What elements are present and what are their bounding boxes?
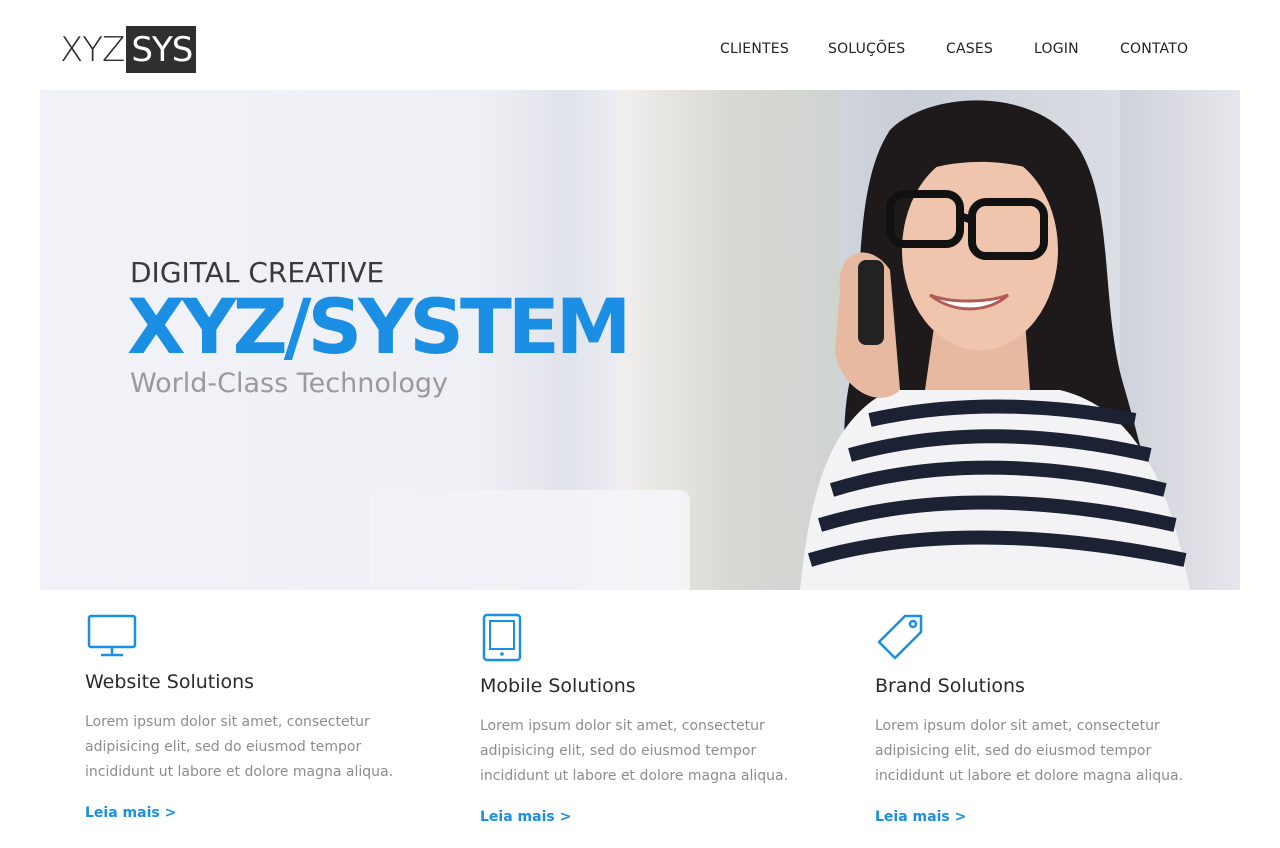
feature-website: Website Solutions Lorem ipsum dolor sit … bbox=[85, 610, 415, 821]
hero-headline: XYZ/SYSTEM bbox=[127, 282, 631, 371]
feature-description: Lorem ipsum dolor sit amet, consectetur … bbox=[875, 718, 1184, 784]
nav-item-clientes[interactable]: CLIENTES bbox=[720, 41, 789, 57]
hero-text-block: DIGITAL CREATIVE XYZ/SYSTEM World-Class … bbox=[127, 256, 631, 402]
feature-mobile: Mobile Solutions Lorem ipsum dolor sit a… bbox=[480, 610, 810, 825]
feature-title: Brand Solutions bbox=[875, 675, 1025, 697]
nav-item-contato[interactable]: CONTATO bbox=[1120, 41, 1188, 57]
monitor-icon bbox=[87, 614, 137, 657]
hero-woman-on-phone-image bbox=[800, 100, 1190, 590]
main-nav: CLIENTES SOLUÇÕES CASES LOGIN CONTATO bbox=[0, 41, 1280, 61]
hero-tagline: World-Class Technology bbox=[130, 368, 448, 399]
read-more-link[interactable]: Leia mais > bbox=[875, 809, 966, 825]
feature-description: Lorem ipsum dolor sit amet, consectetur … bbox=[480, 718, 789, 784]
feature-title: Mobile Solutions bbox=[480, 675, 636, 697]
feature-title: Website Solutions bbox=[85, 671, 255, 693]
nav-item-solucoes[interactable]: SOLUÇÕES bbox=[828, 41, 905, 57]
read-more-link[interactable]: Leia mais > bbox=[85, 805, 176, 821]
nav-item-cases[interactable]: CASES bbox=[946, 41, 993, 57]
tag-icon bbox=[877, 614, 923, 660]
read-more-link[interactable]: Leia mais > bbox=[480, 809, 571, 825]
feature-brand: Brand Solutions Lorem ipsum dolor sit am… bbox=[875, 610, 1205, 825]
tablet-icon bbox=[482, 613, 522, 662]
hero-banner: DIGITAL CREATIVE XYZ/SYSTEM World-Class … bbox=[40, 90, 1240, 590]
nav-item-login[interactable]: LOGIN bbox=[1034, 41, 1079, 57]
site-header: XYZ SYS CLIENTES SOLUÇÕES CASES LOGIN CO… bbox=[0, 0, 1280, 90]
feature-description: Lorem ipsum dolor sit amet, consectetur … bbox=[85, 714, 394, 780]
